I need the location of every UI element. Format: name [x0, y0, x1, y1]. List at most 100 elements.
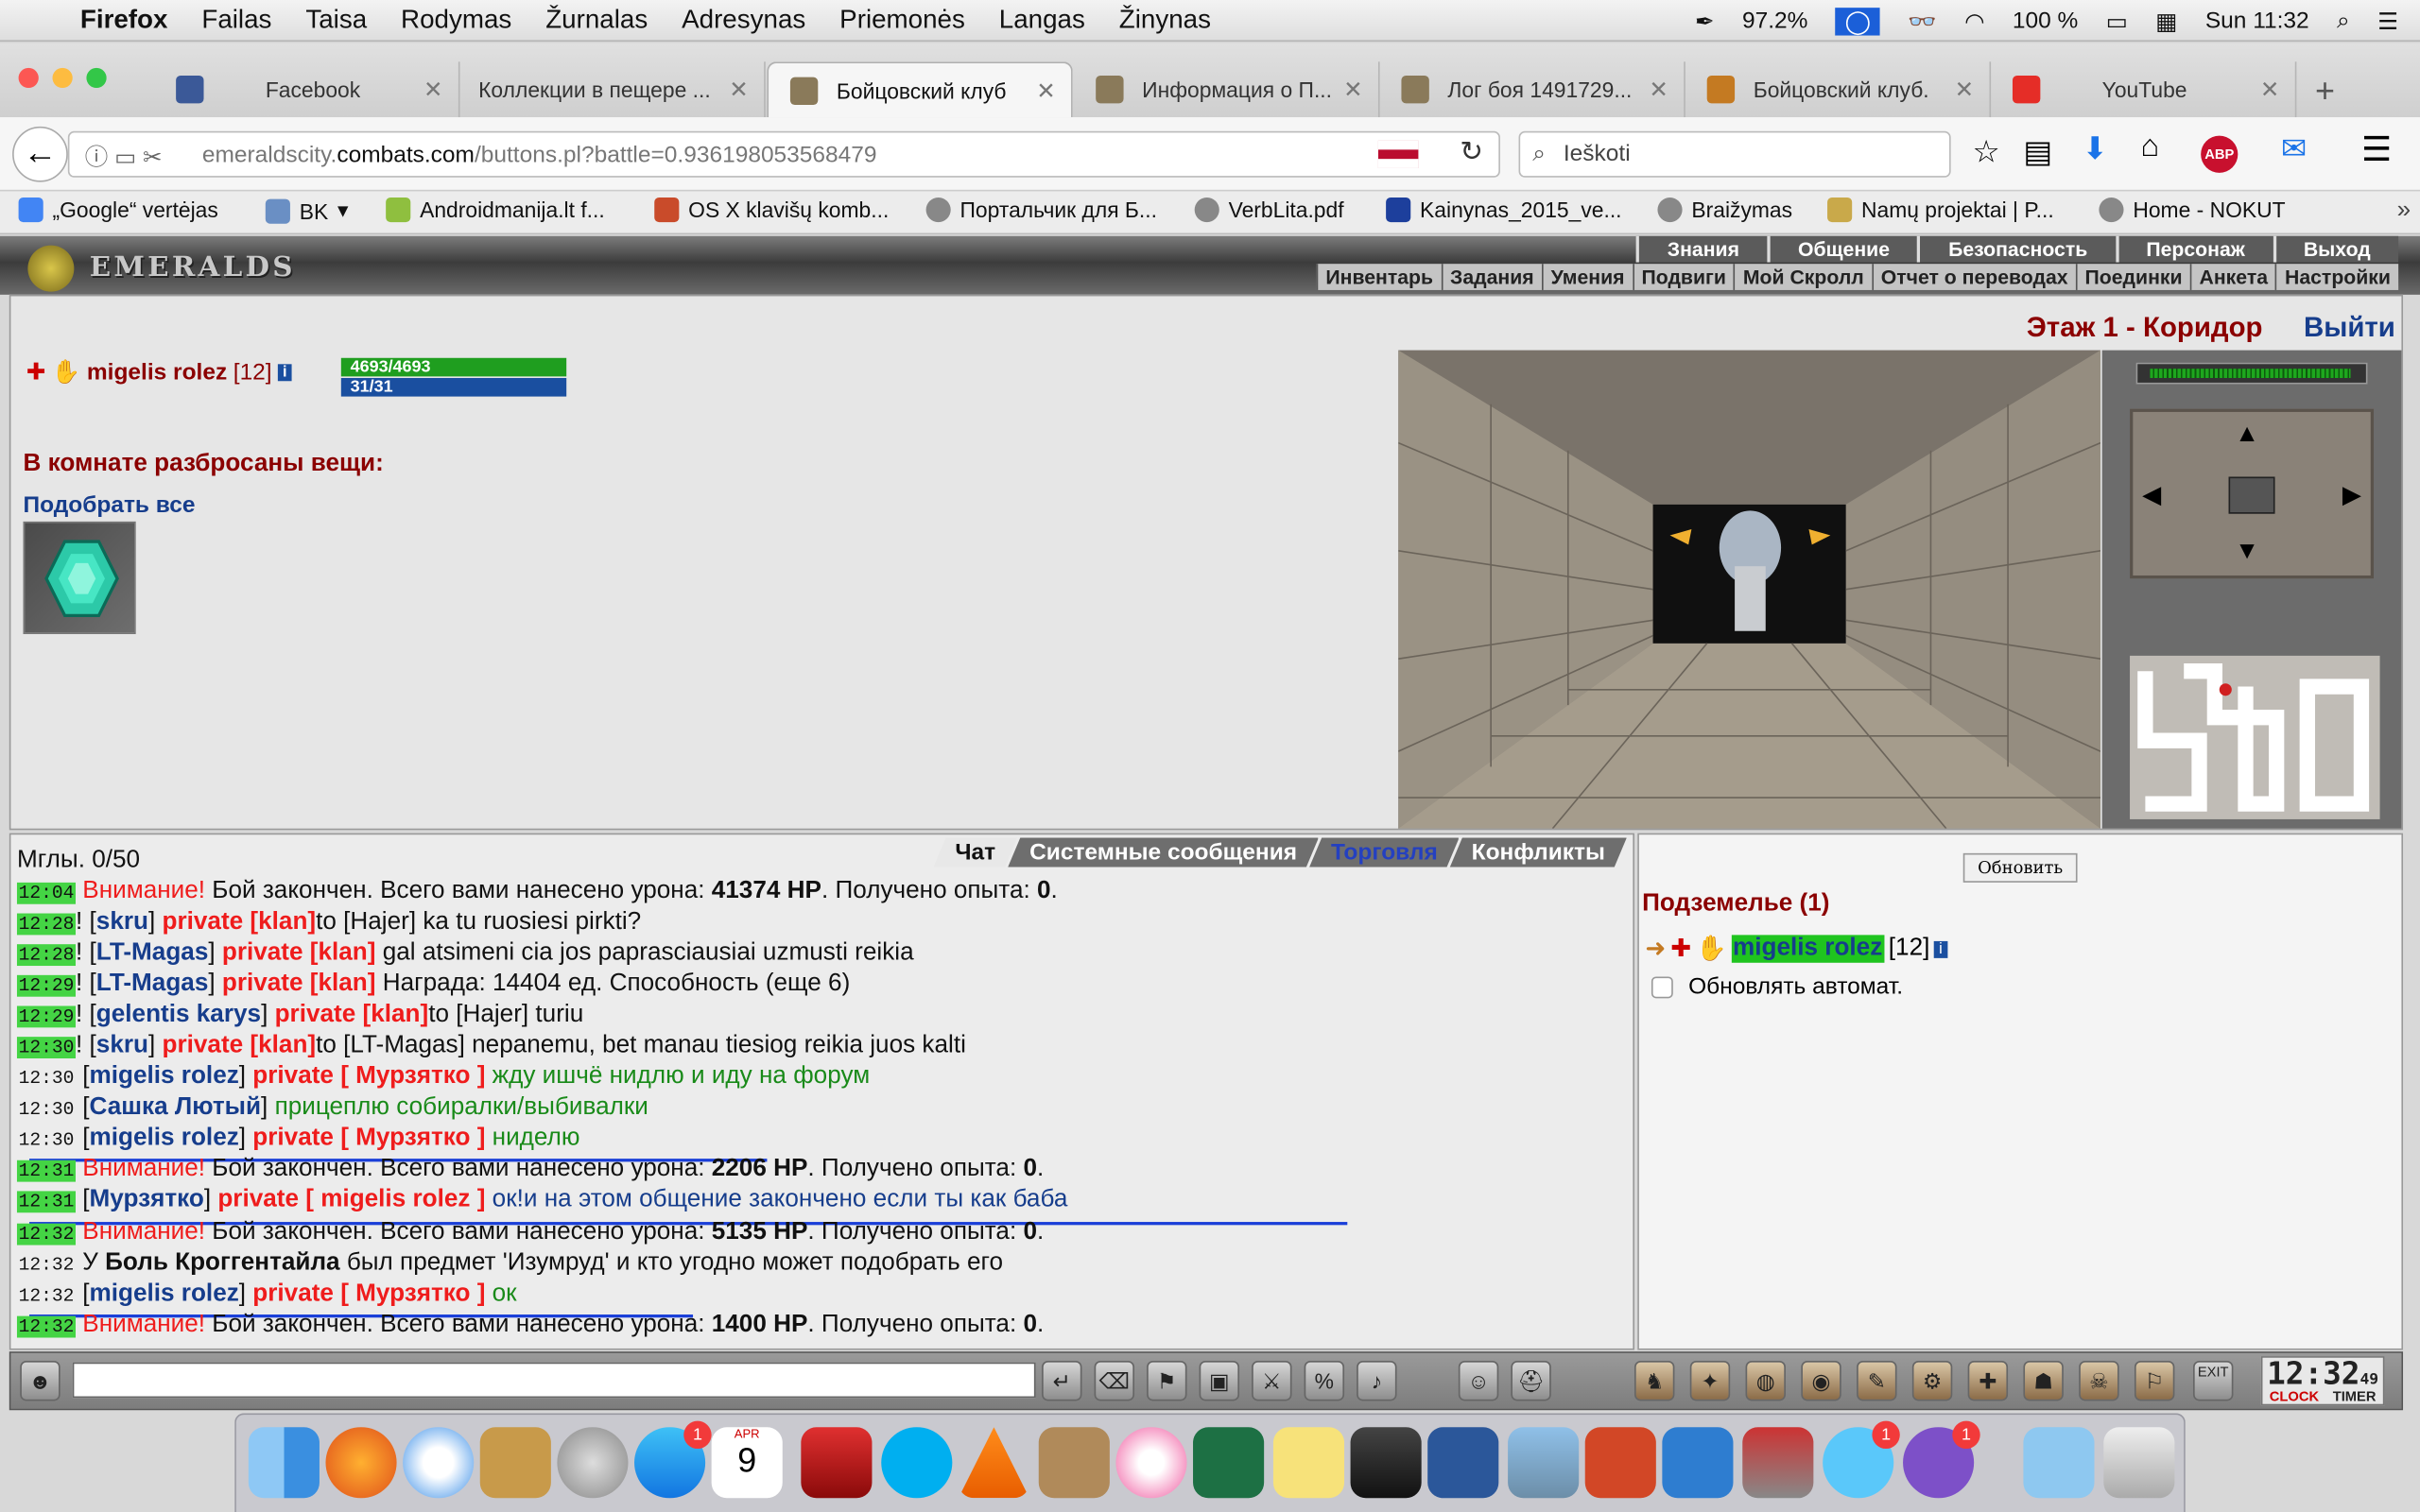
chat-nick[interactable]: migelis rolez	[90, 1125, 239, 1151]
tab-close-icon[interactable]: ✕	[1649, 76, 1668, 104]
bookmark-androidmanija[interactable]: Androidmanija.lt f...	[386, 197, 605, 223]
download-icon[interactable]: ⬇	[2082, 129, 2107, 168]
preview-icon[interactable]	[1508, 1427, 1580, 1499]
excel-icon[interactable]	[1193, 1427, 1265, 1499]
safari-icon[interactable]	[403, 1427, 475, 1499]
reading-list-icon[interactable]: ▤	[2023, 132, 2052, 171]
percent-icon[interactable]: %	[1304, 1360, 1345, 1401]
powerpoint-icon[interactable]	[1584, 1427, 1656, 1499]
tool-icon[interactable]	[1742, 1427, 1814, 1499]
sound-icon[interactable]: ♪	[1357, 1360, 1397, 1401]
chat-nick[interactable]: LT-Magas	[96, 939, 209, 966]
chat-nick[interactable]: gelentis karys	[96, 1002, 261, 1028]
autocad-icon[interactable]	[801, 1427, 873, 1499]
menubar-clock[interactable]: Sun 11:32	[2205, 8, 2309, 34]
chat-private-tag[interactable]: private [klan]	[163, 1032, 317, 1058]
chat-private-tag[interactable]: private [ Мурзятко ]	[252, 1063, 485, 1090]
smiles-icon[interactable]: ☺	[1458, 1360, 1499, 1401]
mask-icon[interactable]: ◉	[1801, 1360, 1841, 1401]
chat-private-tag[interactable]: private [ Мурзятко ]	[252, 1125, 485, 1151]
menu-item-edit[interactable]: Taisa	[305, 5, 367, 36]
filter-icon[interactable]: ⚑	[1147, 1360, 1187, 1401]
tab-chat[interactable]: Чат	[933, 838, 1017, 868]
nav-skills[interactable]: Умения	[1541, 264, 1633, 290]
bookmark-braizymas[interactable]: Braižymas	[1657, 197, 1792, 223]
siri-icon[interactable]: ◯	[1835, 7, 1880, 35]
bookmark-verblita[interactable]: VerbLita.pdf	[1194, 197, 1344, 223]
messages-icon[interactable]: 1	[1823, 1420, 1900, 1499]
chat-time[interactable]: 12:32	[17, 1285, 76, 1307]
chat-time[interactable]: 12:32	[17, 1254, 76, 1276]
chat-nick[interactable]: Боль Кроггентайла	[105, 1249, 339, 1276]
chat-private-tag[interactable]: private [klan]	[222, 971, 376, 997]
notification-center-icon[interactable]: ☰	[2377, 7, 2398, 35]
info-icon[interactable]: ⓘ ▭ ✂	[85, 141, 163, 173]
menu-item-help[interactable]: Žinynas	[1119, 5, 1211, 36]
send-enter-icon[interactable]: ↵	[1042, 1360, 1082, 1401]
skype-icon[interactable]	[881, 1427, 953, 1499]
save-log-icon[interactable]: ▣	[1199, 1360, 1240, 1401]
nav-logout[interactable]: Выход	[2273, 235, 2399, 263]
gmail-icon[interactable]: ✉	[2281, 129, 2307, 168]
eraser-icon[interactable]: ⌫	[1094, 1360, 1134, 1401]
player-info-icon[interactable]: i	[1934, 940, 1947, 958]
auto-refresh-checkbox[interactable]: Обновлять автомат.	[1651, 973, 1903, 1000]
nav-character[interactable]: Персонаж	[2115, 235, 2273, 263]
tab-facebook[interactable]: Facebook ✕	[154, 61, 460, 118]
tab-info[interactable]: Информация о П... ✕	[1074, 61, 1380, 118]
dungeon-minimap[interactable]: ▲ ◀ ▶ ▼	[2101, 350, 2402, 829]
chat-time[interactable]: 12:04	[16, 882, 77, 904]
red-cross-icon[interactable]: ✚	[1967, 1360, 2009, 1401]
player-list-name[interactable]: migelis rolez	[1731, 935, 1884, 963]
window-minimize-button[interactable]	[52, 67, 73, 89]
turn-right-button[interactable]: ▶	[2342, 480, 2361, 511]
exit-dungeon-link[interactable]: Выйти	[2304, 312, 2395, 344]
menu-item-bookmarks[interactable]: Adresynas	[682, 5, 805, 36]
chat-time[interactable]: 12:31	[16, 1160, 77, 1182]
back-button[interactable]: ←	[12, 126, 68, 182]
tab-collections[interactable]: Коллекции в пещере ... ✕	[460, 61, 766, 118]
new-tab-button[interactable]: +	[2315, 71, 2335, 111]
nav-security[interactable]: Безопасность	[1917, 235, 2116, 263]
wifi-icon[interactable]: ◠	[1964, 7, 1984, 35]
chat-time[interactable]: 12:30	[17, 1068, 76, 1090]
pickup-all-link[interactable]: Подобрать все	[23, 492, 195, 519]
photo-booth-icon[interactable]	[1350, 1427, 1422, 1499]
timer-label[interactable]: TIMER	[2333, 1388, 2377, 1403]
nav-profile[interactable]: Анкета	[2189, 264, 2275, 290]
checkbox-icon[interactable]	[1651, 975, 1673, 998]
chat-time[interactable]: 12:31	[16, 1191, 77, 1212]
menu-item-history[interactable]: Žurnalas	[545, 5, 648, 36]
adblock-icon[interactable]: ABP	[2201, 135, 2238, 173]
bookmark-nokut[interactable]: Home - NOKUT	[2099, 197, 2286, 223]
hamburger-menu-icon[interactable]: ☰	[2361, 129, 2392, 169]
refresh-view-button[interactable]	[2228, 476, 2275, 514]
chat-panel[interactable]: Чат Системные сообщения Торговля Конфлик…	[9, 833, 1634, 1350]
system-preferences-icon[interactable]	[1662, 1427, 1734, 1499]
chat-nick[interactable]: skru	[96, 1032, 148, 1058]
player-info-icon[interactable]: i	[278, 363, 292, 381]
window-zoom-button[interactable]	[86, 67, 107, 89]
knight-icon[interactable]: ♞	[1634, 1360, 1675, 1401]
bookmark-osx-shortcuts[interactable]: OS X klavišų komb...	[654, 197, 889, 223]
menu-app-name[interactable]: Firefox	[80, 5, 168, 36]
bookmarks-overflow-icon[interactable]: »	[2397, 198, 2411, 225]
tab-fight-club-2[interactable]: Бойцовский клуб. ✕	[1685, 61, 1992, 118]
chat-time[interactable]: 12:30	[17, 1129, 76, 1151]
refresh-button[interactable]: Обновить	[1962, 852, 2078, 883]
chat-time[interactable]: 12:32	[16, 1223, 77, 1246]
downloads-folder-icon[interactable]	[2023, 1427, 2095, 1499]
chat-nick[interactable]: LT-Magas	[96, 971, 209, 997]
calendar-icon[interactable]: APR 9	[711, 1427, 783, 1499]
fighter-icon[interactable]: ⚔	[1252, 1360, 1292, 1401]
nav-my-scroll[interactable]: Мой Скролл	[1734, 264, 1872, 290]
move-back-button[interactable]: ▼	[2235, 539, 2259, 566]
menu-item-view[interactable]: Rodymas	[401, 5, 511, 36]
bookmark-google-translate[interactable]: „Google“ vertėjas	[18, 197, 218, 223]
app-store-icon[interactable]: 1	[634, 1420, 712, 1499]
chat-smiley-head-icon[interactable]: ☻	[20, 1360, 60, 1401]
window-close-button[interactable]	[18, 67, 39, 89]
tab-close-icon[interactable]: ✕	[729, 76, 749, 104]
home-icon[interactable]: ⌂	[2140, 129, 2159, 165]
chat-nick[interactable]: skru	[96, 909, 148, 936]
